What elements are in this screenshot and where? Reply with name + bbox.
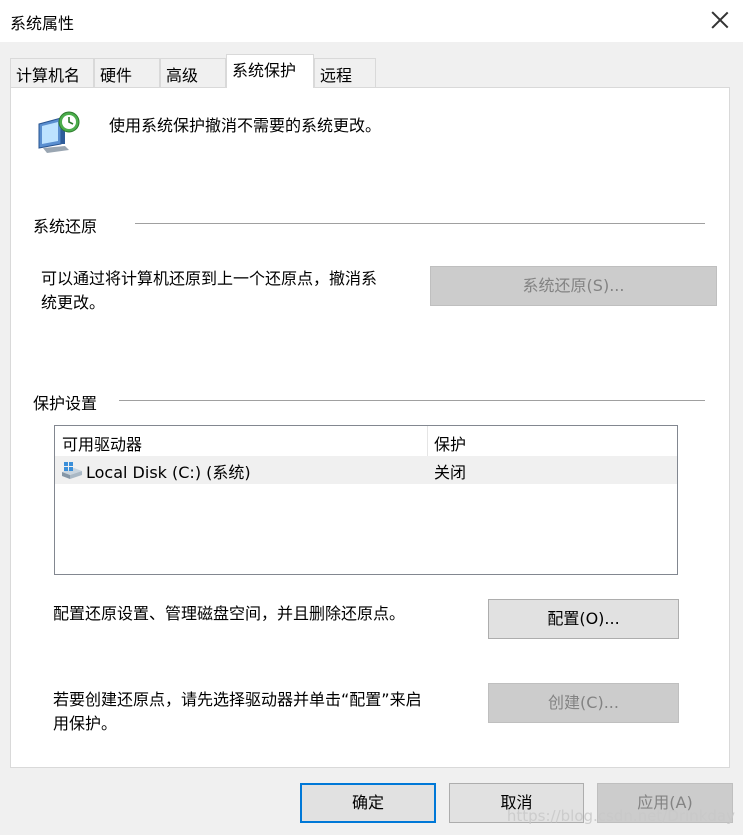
restore-divider (135, 223, 705, 224)
drive-protection-status: 关闭 (434, 463, 467, 482)
drive-name: Local Disk (C:) (系统) (86, 463, 251, 482)
tab-computer-name[interactable]: 计算机名 (10, 58, 94, 87)
restore-heading: 系统还原 (33, 217, 98, 236)
configure-button[interactable]: 配置(O)... (488, 599, 679, 639)
tab-system-protection[interactable]: 系统保护 (226, 54, 314, 88)
ok-button[interactable]: 确定 (300, 783, 436, 823)
list-header: 可用驱动器 保护 (55, 426, 677, 456)
drives-listbox[interactable]: 可用驱动器 保护 Local Disk (C:) (系统) 关闭 (54, 425, 678, 575)
list-item[interactable]: Local Disk (C:) (系统) 关闭 (55, 456, 677, 484)
tab-panel: 使用系统保护撤消不需要的系统更改。 系统还原 可以通过将计算机还原到上一个还原点… (10, 87, 730, 768)
system-restore-button[interactable]: 系统还原(S)... (430, 266, 717, 306)
create-text-line1: 若要创建还原点，请先选择驱动器并单击“配置”来启 (53, 690, 422, 709)
tab-remote[interactable]: 远程 (314, 58, 376, 87)
protection-heading: 保护设置 (33, 394, 98, 413)
tab-advanced[interactable]: 高级 (160, 58, 226, 87)
restore-description-line1: 可以通过将计算机还原到上一个还原点，撤消系 (41, 269, 378, 288)
column-separator[interactable] (427, 426, 428, 456)
close-icon[interactable] (709, 9, 731, 31)
cancel-button[interactable]: 取消 (449, 783, 584, 823)
column-header-protection[interactable]: 保护 (434, 431, 466, 455)
title-bar: 系统属性 (0, 0, 743, 42)
column-header-drive[interactable]: 可用驱动器 (62, 431, 142, 455)
create-button[interactable]: 创建(C)... (488, 683, 679, 723)
apply-button[interactable]: 应用(A) (597, 783, 733, 823)
configure-text: 配置还原设置、管理磁盘空间，并且删除还原点。 (53, 604, 406, 623)
tab-hardware[interactable]: 硬件 (94, 58, 160, 87)
system-protection-icon (35, 110, 83, 154)
restore-description-line2: 统更改。 (41, 293, 106, 312)
window-title: 系统属性 (10, 14, 75, 33)
intro-text: 使用系统保护撤消不需要的系统更改。 (109, 116, 382, 135)
create-text-line2: 用保护。 (53, 714, 118, 733)
protection-divider (119, 400, 705, 401)
drive-icon (61, 460, 83, 480)
